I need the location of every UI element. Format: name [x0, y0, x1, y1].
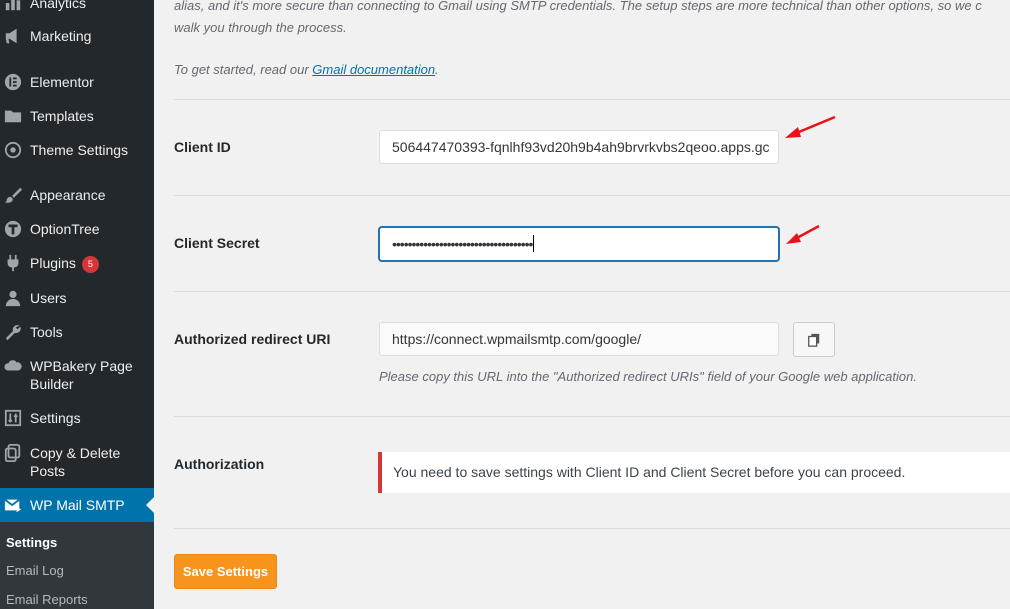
settings-main: alias, and it's more secure than connect…: [154, 0, 1010, 609]
authorization-notice: You need to save settings with Client ID…: [378, 452, 1010, 493]
divider: [174, 528, 1010, 529]
client-id-value: 506447470393-fqnlhf93vd20h9b4ah9brvrkvbs…: [392, 139, 770, 155]
sidebar-item-label: OptionTree: [30, 221, 100, 237]
sidebar-item-wpbakery[interactable]: WPBakery Page Builder: [0, 357, 154, 393]
redirect-uri-input[interactable]: https://connect.wpmailsmtp.com/google/: [379, 322, 779, 356]
wp-mail-smtp-submenu: Settings Email Log Email Reports: [0, 522, 154, 609]
bar-chart-icon: [3, 0, 23, 12]
sidebar-item-label: Copy & Delete Posts: [30, 445, 121, 479]
client-secret-value: ••••••••••••••••••••••••••••••••••••: [392, 236, 533, 252]
copy-icon: [807, 333, 821, 347]
intro-text-line2: walk you through the process.: [174, 20, 347, 35]
paintbrush-icon: [3, 186, 23, 204]
get-started-text: To get started, read our Gmail documenta…: [174, 62, 439, 77]
mail-icon: [3, 496, 23, 514]
sidebar-item-copy-delete-posts[interactable]: Copy & Delete Posts: [0, 444, 154, 480]
sidebar-item-settings[interactable]: Settings: [0, 409, 154, 427]
divider: [174, 99, 1010, 100]
copy-posts-icon: [3, 444, 23, 462]
divider: [174, 416, 1010, 417]
sidebar-item-elementor[interactable]: Elementor: [0, 73, 154, 91]
annotation-arrow-icon: [786, 224, 820, 244]
client-secret-input[interactable]: ••••••••••••••••••••••••••••••••••••: [379, 227, 779, 261]
redirect-uri-value: https://connect.wpmailsmtp.com/google/: [392, 331, 642, 347]
optiontree-icon: [3, 220, 23, 238]
sidebar-item-label: Marketing: [30, 28, 92, 44]
sidebar-item-theme-settings[interactable]: Theme Settings: [0, 141, 154, 159]
divider: [174, 291, 1010, 292]
sidebar-item-plugins[interactable]: Plugins 5: [0, 254, 154, 273]
sidebar-item-marketing[interactable]: Marketing: [0, 27, 154, 45]
intro-text-line1: alias, and it's more secure than connect…: [174, 0, 982, 13]
divider: [174, 195, 1010, 196]
sidebar-item-users[interactable]: Users: [0, 289, 154, 307]
sidebar-item-label: Templates: [30, 108, 94, 124]
save-settings-button[interactable]: Save Settings: [174, 554, 277, 589]
sidebar-item-label: WP Mail SMTP: [30, 497, 125, 513]
text-caret: [533, 235, 535, 252]
sidebar-item-wp-mail-smtp[interactable]: WP Mail SMTP: [0, 488, 154, 522]
client-secret-label: Client Secret: [174, 235, 260, 251]
elementor-icon: [3, 73, 23, 91]
sidebar-item-label: Users: [30, 290, 67, 306]
get-started-suffix: .: [435, 62, 439, 77]
client-id-label: Client ID: [174, 139, 231, 155]
submenu-item-email-reports[interactable]: Email Reports: [6, 592, 88, 607]
megaphone-icon: [3, 27, 23, 45]
sidebar-item-label: Elementor: [30, 74, 94, 90]
sidebar-item-label: Plugins: [30, 255, 76, 271]
folder-icon: [3, 107, 23, 125]
wrench-icon: [3, 323, 23, 341]
sidebar-item-label: Analytics: [30, 0, 87, 11]
submenu-item-settings[interactable]: Settings: [6, 535, 57, 550]
sidebar-item-label: Theme Settings: [30, 142, 129, 158]
get-started-prefix: To get started, read our: [174, 62, 313, 77]
redirect-uri-help: Please copy this URL into the "Authorize…: [379, 369, 917, 384]
settings-sliders-icon: [3, 409, 23, 427]
admin-sidebar: Analytics Marketing Elementor Templates …: [0, 0, 154, 609]
sidebar-item-optiontree[interactable]: OptionTree: [0, 220, 154, 238]
plugin-icon: [3, 254, 23, 272]
authorization-label: Authorization: [174, 456, 265, 472]
client-id-input[interactable]: 506447470393-fqnlhf93vd20h9b4ah9brvrkvbs…: [379, 130, 779, 164]
active-menu-arrow: [146, 497, 154, 513]
sidebar-item-label: Appearance: [30, 187, 106, 203]
sidebar-item-label: Tools: [30, 324, 63, 340]
user-icon: [3, 289, 23, 307]
wpbakery-icon: [3, 357, 23, 375]
update-count-badge: 5: [81, 256, 99, 273]
gmail-documentation-link[interactable]: Gmail documentation: [312, 62, 435, 77]
annotation-arrow-icon: [785, 115, 836, 138]
sidebar-item-analytics[interactable]: Analytics: [0, 0, 154, 12]
theme-settings-icon: [3, 141, 23, 159]
redirect-uri-label: Authorized redirect URI: [174, 331, 331, 347]
copy-button[interactable]: [793, 322, 835, 357]
sidebar-item-appearance[interactable]: Appearance: [0, 186, 154, 204]
sidebar-item-tools[interactable]: Tools: [0, 323, 154, 341]
submenu-item-email-log[interactable]: Email Log: [6, 563, 64, 578]
sidebar-item-templates[interactable]: Templates: [0, 107, 154, 125]
sidebar-item-label: WPBakery Page Builder: [30, 358, 133, 392]
sidebar-item-label: Settings: [30, 410, 81, 426]
